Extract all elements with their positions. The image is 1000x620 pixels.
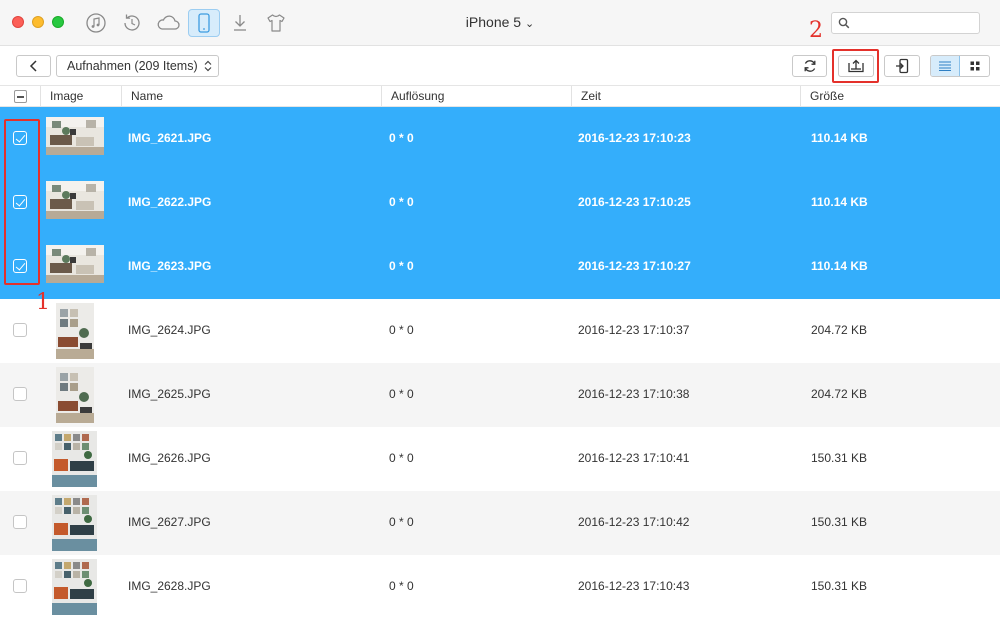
file-size: 150.31 KB	[811, 579, 868, 593]
timestamp: 2016-12-23 17:10:38	[578, 387, 690, 401]
list-view-icon	[939, 61, 951, 71]
column-header-image[interactable]: Image	[40, 86, 121, 106]
resolution-value: 0 * 0	[389, 323, 414, 337]
resolution-value: 0 * 0	[389, 579, 414, 593]
resolution-value: 0 * 0	[389, 195, 414, 209]
photo-list: IMG_2621.JPG 0 * 0 2016-12-23 17:10:23 110.…	[0, 107, 1000, 619]
resolution-value: 0 * 0	[389, 515, 414, 529]
download-icon[interactable]	[224, 9, 256, 37]
table-header: Image Name Auflösung Zeit Größe	[0, 85, 1000, 107]
timestamp: 2016-12-23 17:10:37	[578, 323, 690, 337]
table-row[interactable]: IMG_2624.JPG 0 * 0 2016-12-23 17:10:37 204.…	[0, 299, 1000, 363]
column-header-size[interactable]: Größe	[800, 86, 1000, 106]
search-input[interactable]	[854, 15, 976, 31]
table-row[interactable]: IMG_2621.JPG 0 * 0 2016-12-23 17:10:23 110.…	[0, 107, 1000, 171]
row-checkbox[interactable]	[13, 515, 27, 529]
close-window-button[interactable]	[12, 16, 24, 28]
file-name: IMG_2625.JPG	[128, 387, 211, 401]
select-all-checkbox[interactable]	[14, 90, 27, 103]
photo-thumbnail[interactable]	[52, 559, 97, 615]
timestamp: 2016-12-23 17:10:25	[578, 195, 691, 209]
row-checkbox[interactable]	[13, 451, 27, 465]
photo-thumbnail[interactable]	[52, 495, 97, 551]
refresh-button[interactable]	[792, 55, 827, 77]
timestamp: 2016-12-23 17:10:23	[578, 131, 691, 145]
table-row[interactable]: IMG_2627.JPG 0 * 0 2016-12-23 17:10:42 150.…	[0, 491, 1000, 555]
file-size: 110.14 KB	[811, 131, 868, 145]
file-size: 204.72 KB	[811, 323, 868, 337]
column-header-resolution[interactable]: Auflösung	[381, 86, 571, 106]
file-size: 150.31 KB	[811, 515, 868, 529]
file-size: 150.31 KB	[811, 451, 868, 465]
refresh-icon	[804, 60, 815, 72]
row-checkbox[interactable]	[13, 387, 27, 401]
column-header-name[interactable]: Name	[121, 86, 381, 106]
send-to-device-icon	[896, 58, 909, 74]
chevron-down-icon: ⌄	[524, 18, 535, 30]
resolution-value: 0 * 0	[389, 259, 414, 273]
column-header-time[interactable]: Zeit	[571, 86, 800, 106]
file-name: IMG_2626.JPG	[128, 451, 211, 465]
back-icon	[29, 60, 37, 72]
search-icon	[838, 17, 850, 29]
row-checkbox[interactable]	[13, 323, 27, 337]
annotation-step-1: 1	[36, 290, 50, 315]
back-button[interactable]	[16, 55, 51, 77]
send-to-device-button[interactable]	[884, 55, 920, 77]
resolution-value: 0 * 0	[389, 451, 414, 465]
table-row[interactable]: IMG_2628.JPG 0 * 0 2016-12-23 17:10:43 150.…	[0, 555, 1000, 619]
grid-view-icon	[970, 61, 979, 71]
album-select[interactable]: Aufnahmen (209 Items)	[56, 55, 219, 77]
timestamp: 2016-12-23 17:10:27	[578, 259, 691, 273]
row-checkbox[interactable]	[13, 579, 27, 593]
view-mode-toggle	[930, 55, 990, 77]
resolution-value: 0 * 0	[389, 131, 414, 145]
title-bar: iPhone 5 ⌄	[0, 0, 1000, 46]
photo-thumbnail[interactable]	[46, 117, 104, 155]
photo-thumbnail[interactable]	[56, 303, 94, 359]
timestamp: 2016-12-23 17:10:41	[578, 451, 690, 465]
photo-thumbnail[interactable]	[46, 245, 104, 283]
device-selector[interactable]: iPhone 5 ⌄	[466, 14, 534, 30]
minimize-window-button[interactable]	[32, 16, 44, 28]
file-size: 110.14 KB	[811, 259, 868, 273]
shirt-icon[interactable]	[260, 9, 292, 37]
file-name: IMG_2624.JPG	[128, 323, 211, 337]
search-field[interactable]	[831, 12, 980, 34]
photo-thumbnail[interactable]	[56, 367, 94, 423]
timestamp: 2016-12-23 17:10:43	[578, 579, 690, 593]
file-name: IMG_2622.JPG	[128, 195, 212, 209]
table-row[interactable]: IMG_2623.JPG 0 * 0 2016-12-23 17:10:27 110.…	[0, 235, 1000, 299]
photo-thumbnail[interactable]	[46, 181, 104, 219]
table-row[interactable]: IMG_2626.JPG 0 * 0 2016-12-23 17:10:41 150.…	[0, 427, 1000, 491]
annotation-highlight-checkboxes	[4, 119, 40, 285]
album-select-label: Aufnahmen (209 Items)	[67, 59, 198, 73]
file-name: IMG_2621.JPG	[128, 131, 212, 145]
music-icon[interactable]	[80, 9, 112, 37]
zoom-window-button[interactable]	[52, 16, 64, 28]
annotation-step-2: 2	[809, 18, 823, 43]
phone-icon[interactable]	[188, 9, 220, 37]
file-name: IMG_2627.JPG	[128, 515, 211, 529]
timestamp: 2016-12-23 17:10:42	[578, 515, 690, 529]
annotation-highlight-export	[832, 49, 879, 83]
photo-thumbnail[interactable]	[52, 431, 97, 487]
list-view-button[interactable]	[931, 56, 961, 76]
file-name: IMG_2628.JPG	[128, 579, 211, 593]
device-name: iPhone 5	[465, 14, 522, 30]
resolution-value: 0 * 0	[389, 387, 414, 401]
select-arrows-icon	[204, 60, 212, 72]
file-name: IMG_2623.JPG	[128, 259, 212, 273]
file-size: 204.72 KB	[811, 387, 868, 401]
table-row[interactable]: IMG_2622.JPG 0 * 0 2016-12-23 17:10:25 110.…	[0, 171, 1000, 235]
history-icon[interactable]	[116, 9, 148, 37]
file-size: 110.14 KB	[811, 195, 868, 209]
table-row[interactable]: IMG_2625.JPG 0 * 0 2016-12-23 17:10:38 204.…	[0, 363, 1000, 427]
grid-view-button[interactable]	[960, 56, 989, 76]
cloud-icon[interactable]	[152, 9, 184, 37]
